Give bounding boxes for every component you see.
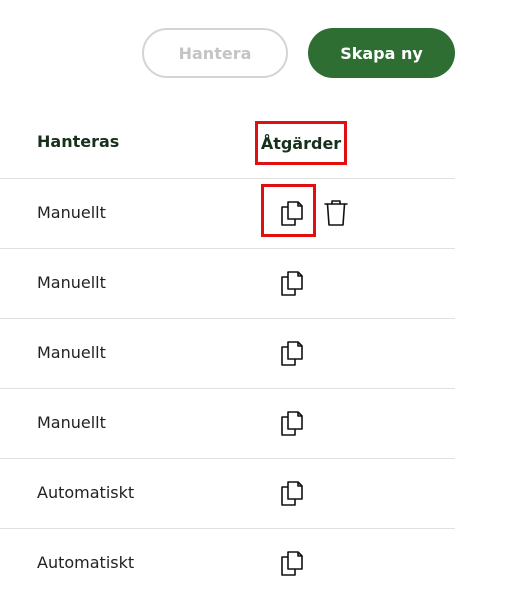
managed-cell: Manuellt [37, 343, 106, 362]
copy-icon[interactable] [276, 269, 304, 297]
data-table: Hanteras Åtgärder Manuellt Manuellt Manu… [0, 106, 455, 598]
column-header-managed[interactable]: Hanteras [37, 132, 119, 151]
copy-icon[interactable] [276, 479, 304, 507]
table-row: Automatiskt [0, 459, 455, 529]
table-body: Manuellt Manuellt Manuellt Manuellt Auto… [0, 179, 455, 598]
copy-icon[interactable] [276, 199, 304, 227]
table-row: Manuellt [0, 389, 455, 459]
trash-icon[interactable] [323, 199, 349, 227]
table-row: Manuellt [0, 319, 455, 389]
create-new-button[interactable]: Skapa ny [308, 28, 455, 78]
table-row: Manuellt [0, 179, 455, 249]
copy-icon[interactable] [276, 409, 304, 437]
managed-cell: Manuellt [37, 203, 106, 222]
table-row: Manuellt [0, 249, 455, 319]
copy-icon[interactable] [276, 339, 304, 367]
copy-icon[interactable] [276, 549, 304, 577]
column-header-actions[interactable]: Åtgärder [255, 121, 347, 165]
table-header: Hanteras Åtgärder [0, 106, 455, 179]
managed-cell: Automatiskt [37, 483, 135, 502]
manage-button[interactable]: Hantera [142, 28, 288, 78]
managed-cell: Automatiskt [37, 553, 135, 572]
managed-cell: Manuellt [37, 413, 106, 432]
table-row: Automatiskt [0, 529, 455, 598]
managed-cell: Manuellt [37, 273, 106, 292]
page: Hantera Skapa ny Hanteras Åtgärder Manue… [0, 0, 505, 602]
